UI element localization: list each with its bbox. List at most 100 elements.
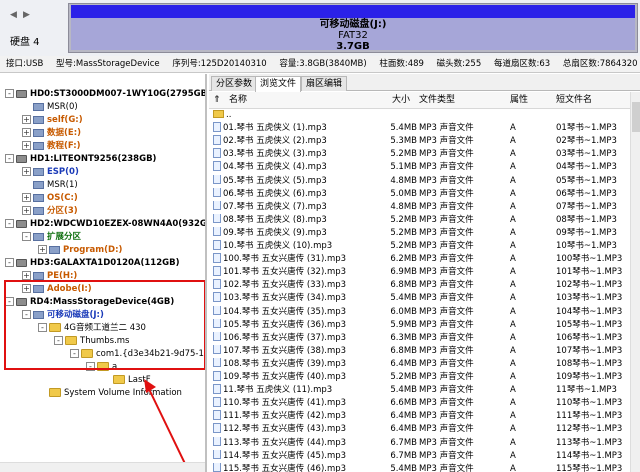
audio-file-icon <box>213 357 221 368</box>
file-row[interactable]: 08.琴书 五虎侠义 (8).mp3 5.2MB MP3 声音文件 A 08琴书~1.M… <box>209 213 630 227</box>
file-short-name: 114琴书~1.MP3 <box>556 450 623 461</box>
file-row[interactable]: 105.琴书 五女兴唐传 (36).mp3 5.9MB MP3 声音文件 A 105琴书… <box>209 318 630 332</box>
col-size-header[interactable]: 大小 <box>392 92 410 109</box>
file-attr: A <box>510 188 516 199</box>
audio-file-icon <box>213 226 221 237</box>
tree-node[interactable]: - HD0:ST3000DM007-1WY10G(2795GB) <box>5 88 205 100</box>
file-row[interactable]: 111.琴书 五女兴唐传 (42).mp3 6.4MB MP3 声音文件 A 111琴书… <box>209 410 630 423</box>
tree-node[interactable]: + Program(D:) <box>38 244 122 256</box>
audio-file-icon <box>213 187 221 198</box>
collapse-icon[interactable]: - <box>5 258 14 267</box>
file-name-cell: 113.琴书 五女兴唐传 (44).mp3 <box>213 436 373 450</box>
file-name: 108.琴书 五女兴唐传 (39).mp3 <box>223 358 347 369</box>
info-model: 型号:MassStorageDevice <box>56 59 160 69</box>
file-row[interactable]: 11.琴书 五虎侠义 (11).mp3 5.4MB MP3 声音文件 A 11琴书~1.… <box>209 384 630 397</box>
tree-node-label: HD3:GALAXTA1D0120A(112GB) <box>30 258 180 268</box>
tree-node[interactable]: + self(G:) <box>22 114 83 126</box>
tree-node-label: 数据(E:) <box>47 128 81 138</box>
expand-icon[interactable]: + <box>22 128 31 137</box>
tree-node[interactable]: - HD3:GALAXTA1D0120A(112GB) <box>5 257 179 269</box>
tree-node[interactable]: MSR(0) <box>22 101 78 113</box>
file-row[interactable]: 114.琴书 五女兴唐传 (45).mp3 6.7MB MP3 声音文件 A 114琴书… <box>209 449 630 463</box>
expand-icon[interactable]: + <box>22 167 31 176</box>
tree-node[interactable]: MSR(1) <box>22 179 78 191</box>
file-attr: A <box>510 463 516 472</box>
expand-icon[interactable]: + <box>22 141 31 150</box>
file-list-scrollbar[interactable] <box>630 92 640 472</box>
tab-browse-files[interactable]: 浏览文件 <box>255 76 302 92</box>
file-row[interactable]: 02.琴书 五虎侠义 (2).mp3 5.3MB MP3 声音文件 A 02琴书~1.M… <box>209 135 630 148</box>
col-short-header[interactable]: 短文件名 <box>556 92 592 109</box>
file-row[interactable]: 100.琴书 五女兴唐传 (31).mp3 6.2MB MP3 声音文件 A 100琴书… <box>209 253 630 266</box>
audio-file-icon <box>213 423 221 433</box>
file-row[interactable]: 03.琴书 五虎侠义 (3).mp3 5.2MB MP3 声音文件 A 03琴书~1.M… <box>209 148 630 161</box>
tree-node[interactable]: - 扩展分区 <box>22 231 81 243</box>
expand-icon[interactable]: + <box>22 271 31 280</box>
prev-disk-icon[interactable]: ◀ <box>10 10 20 20</box>
file-short-name: 109琴书~1.MP3 <box>556 372 623 382</box>
file-row[interactable]: 110.琴书 五女兴唐传 (41).mp3 6.6MB MP3 声音文件 A 110琴书… <box>209 397 630 410</box>
file-size: 5.2MB <box>390 149 417 160</box>
file-row[interactable]: 115.琴书 五女兴唐传 (46).mp3 5.4MB MP3 声音文件 A 115琴书… <box>209 462 630 472</box>
file-row[interactable]: 05.琴书 五虎侠义 (5).mp3 4.8MB MP3 声音文件 A 05琴书~1.M… <box>209 174 630 188</box>
expand-icon[interactable]: + <box>22 115 31 124</box>
file-row[interactable]: 106.琴书 五女兴唐传 (37).mp3 6.3MB MP3 声音文件 A 106琴书… <box>209 331 630 345</box>
tree-node[interactable]: + 教程(F:) <box>22 140 81 152</box>
file-row[interactable]: 01.琴书 五虎侠义 (1).mp3 5.4MB MP3 声音文件 A 01琴书~1.M… <box>209 122 630 135</box>
file-row[interactable]: 102.琴书 五女兴唐传 (33).mp3 6.8MB MP3 声音文件 A 102琴书… <box>209 279 630 292</box>
expand-icon[interactable]: + <box>22 206 31 215</box>
tree-node[interactable]: + 数据(E:) <box>22 127 81 139</box>
tree-node[interactable]: - HD2:WDCWD10EZEX-08WN4A0(932GB) <box>5 218 205 230</box>
file-row[interactable]: 06.琴书 五虎侠义 (6).mp3 5.0MB MP3 声音文件 A 06琴书~1.M… <box>209 187 630 201</box>
file-name-cell: 111.琴书 五女兴唐传 (42).mp3 <box>213 410 373 423</box>
file-type: MP3 声音文件 <box>419 123 474 134</box>
file-row[interactable]: 09.琴书 五虎侠义 (9).mp3 5.2MB MP3 声音文件 A 09琴书~1.M… <box>209 226 630 240</box>
file-row[interactable]: 07.琴书 五虎侠义 (7).mp3 4.8MB MP3 声音文件 A 07琴书~1.M… <box>209 200 630 214</box>
partition-bar[interactable]: 可移动磁盘(J:) FAT32 3.7GB <box>68 3 638 53</box>
tree-node[interactable]: + OS(C:) <box>22 192 78 204</box>
file-short-name: 02琴书~1.MP3 <box>556 136 617 147</box>
file-name-cell: 110.琴书 五女兴唐传 (41).mp3 <box>213 397 373 410</box>
file-name: 101.琴书 五女兴唐传 (32).mp3 <box>223 267 347 278</box>
col-attr-header[interactable]: 属性 <box>510 92 528 109</box>
file-row[interactable]: 107.琴书 五女兴唐传 (38).mp3 6.8MB MP3 声音文件 A 107琴书… <box>209 344 630 358</box>
expand-icon[interactable]: + <box>38 245 47 254</box>
tree-node[interactable]: + 分区(3) <box>22 205 78 217</box>
collapse-icon[interactable]: - <box>5 89 14 98</box>
file-name: 10.琴书 五虎侠义 (10).mp3 <box>223 241 333 251</box>
collapse-icon[interactable]: - <box>5 219 14 228</box>
file-row[interactable]: 113.琴书 五女兴唐传 (44).mp3 6.7MB MP3 声音文件 A 113琴书… <box>209 436 630 450</box>
expand-icon[interactable]: + <box>22 193 31 202</box>
file-name-cell: 100.琴书 五女兴唐传 (31).mp3 <box>213 253 373 266</box>
sort-up-icon[interactable]: ⇑ <box>213 92 221 109</box>
tree-node[interactable]: - HD1:LITEONT9256(238GB) <box>5 153 156 165</box>
next-disk-icon[interactable]: ▶ <box>23 10 33 20</box>
tree-node-label: HD1:LITEONT9256(238GB) <box>30 154 157 164</box>
tab-partition-params[interactable]: 分区参数 <box>211 76 258 91</box>
file-type: MP3 声音文件 <box>419 372 474 382</box>
tree-node[interactable]: + ESP(0) <box>22 166 79 178</box>
file-row[interactable]: 10.琴书 五虎侠义 (10).mp3 5.2MB MP3 声音文件 A 10琴书~1.… <box>209 240 630 253</box>
parent-dir-row[interactable]: .. <box>209 109 630 122</box>
file-attr: A <box>510 450 516 461</box>
file-size: 5.4MB <box>390 385 417 396</box>
file-row[interactable]: 04.琴书 五虎侠义 (4).mp3 5.1MB MP3 声音文件 A 04琴书~1.M… <box>209 161 630 174</box>
file-row[interactable]: 109.琴书 五女兴唐传 (40).mp3 5.2MB MP3 声音文件 A 109琴书… <box>209 371 630 384</box>
file-row[interactable]: 112.琴书 五女兴唐传 (43).mp3 6.4MB MP3 声音文件 A 112琴书… <box>209 423 630 436</box>
col-name-header[interactable]: 名称 <box>229 92 247 109</box>
collapse-icon[interactable]: - <box>5 154 14 163</box>
file-row[interactable]: 103.琴书 五女兴唐传 (34).mp3 5.4MB MP3 声音文件 A 103琴书… <box>209 292 630 305</box>
audio-file-icon <box>213 253 221 263</box>
tab-sector-edit[interactable]: 扇区编辑 <box>301 76 348 91</box>
partition-icon <box>33 232 44 241</box>
collapse-icon[interactable]: - <box>22 232 31 241</box>
file-name: .. <box>226 110 232 120</box>
file-row[interactable]: 108.琴书 五女兴唐传 (39).mp3 6.4MB MP3 声音文件 A 108琴书… <box>209 357 630 371</box>
scrollbar-thumb[interactable] <box>632 102 640 132</box>
file-row[interactable]: 104.琴书 五女兴唐传 (35).mp3 6.0MB MP3 声音文件 A 104琴书… <box>209 305 630 319</box>
tree-horizontal-scrollbar[interactable] <box>0 462 205 472</box>
audio-file-icon <box>213 135 221 145</box>
audio-file-icon <box>213 436 221 446</box>
col-type-header[interactable]: 文件类型 <box>419 92 455 109</box>
file-row[interactable]: 101.琴书 五女兴唐传 (32).mp3 6.9MB MP3 声音文件 A 101琴书… <box>209 266 630 279</box>
